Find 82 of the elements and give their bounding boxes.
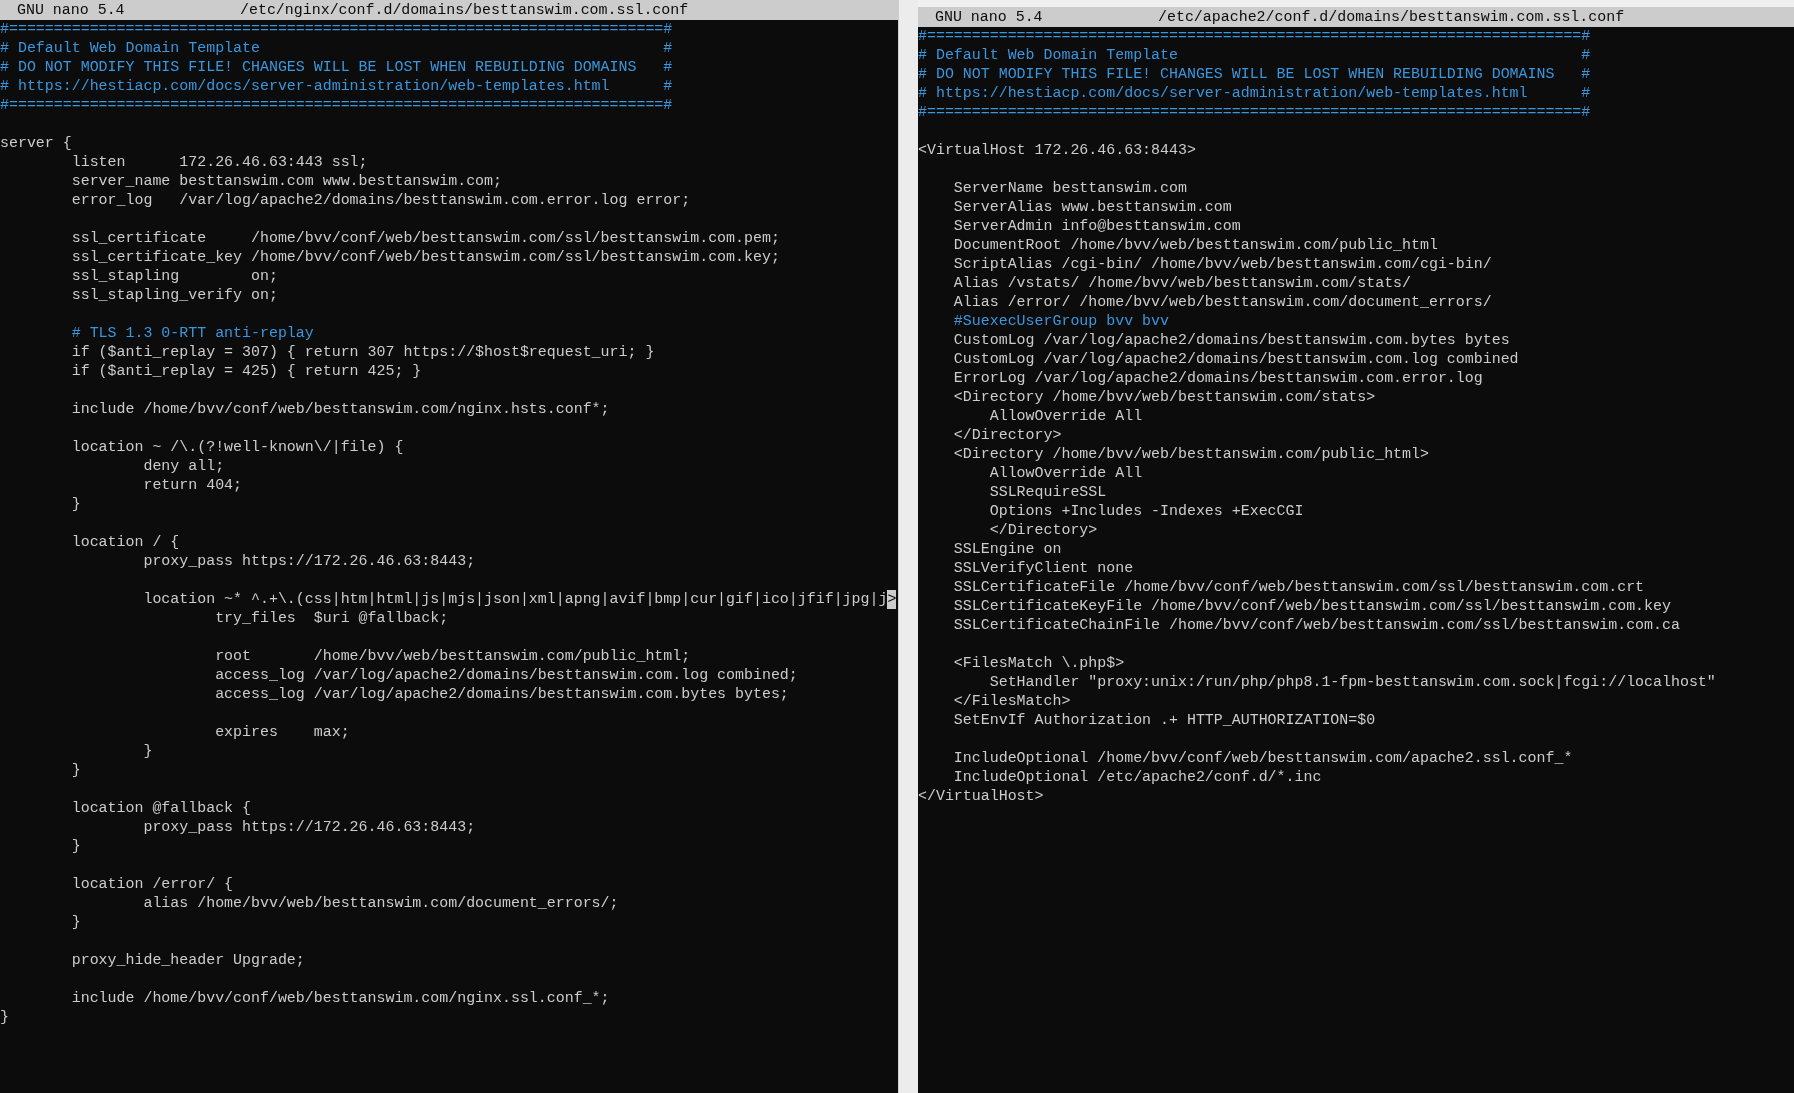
code-line: Options +Includes -Indexes +ExecCGI [988,502,1304,521]
code-line: </FilesMatch> [952,692,1071,711]
comment-line: #=========================================================================# [918,103,1591,122]
code-line: ServerName besttanswim.com [952,179,1187,198]
comment-line: #=========================================================================# [918,27,1591,46]
comment-line: # DO NOT MODIFY THIS FILE! CHANGES WILL BE LOST WHEN REBUILDING DOMAINS # [0,58,673,77]
code-line: CustomLog /var/log/apache2/domains/besttanswim.com.bytes bytes [952,331,1510,350]
code-line: } [142,742,153,761]
code-line: access_log /var/log/apache2/domains/besttanswim.com.bytes bytes; [214,685,789,704]
code-line: IncludeOptional /etc/apache2/conf.d/*.inc [952,768,1322,787]
code-line: } [70,761,81,780]
code-line: proxy_hide_header Upgrade; [70,951,305,970]
code-line: error_log /var/log/apache2/domains/besttanswim.com.error.log error; [70,191,691,210]
code-line: SSLCertificateChainFile /home/bvv/conf/web/besttanswim.com/ssl/besttanswim.com.ca [952,616,1680,635]
code-line: IncludeOptional /home/bvv/conf/web/besttanswim.com/apache2.ssl.conf_* [952,749,1573,768]
code-line: location / { [70,533,180,552]
code-line: if ($anti_replay = 307) { return 307 https://$host$request_uri; } [70,343,655,362]
code-line: ServerAlias www.besttanswim.com [952,198,1232,217]
comment-line: # https://hestiacp.com/docs/server-administration/web-templates.html # [0,77,673,96]
comment-line: #=========================================================================# [0,96,673,115]
code-line: server_name besttanswim.com www.besttanswim.com; [70,172,502,191]
code-line: DocumentRoot /home/bvv/web/besttanswim.com/public_html [952,236,1438,255]
code-line: location ~* ^.+\.(css|htm|html|js|mjs|json|xml|apng|avif|bmp|cur|gif|ico|jfif|jpg|j [142,590,888,609]
code-line: } [70,837,81,856]
code-line: access_log /var/log/apache2/domains/besttanswim.com.log combined; [214,666,798,685]
code-line: SSLEngine on [952,540,1062,559]
comment-line: #=========================================================================# [0,20,673,39]
code-line: include /home/bvv/conf/web/besttanswim.com/nginx.hsts.conf*; [70,400,610,419]
file-path: /etc/apache2/conf.d/domains/besttanswim.com.ssl.conf [1158,9,1625,25]
code-line: if ($anti_replay = 425) { return 425; } [70,362,422,381]
code-line: SetHandler "proxy:unix:/run/php/php8.1-fpm-besttanswim.com.sock|fcgi://localhost" [988,673,1716,692]
program-name: GNU nano 5.4 [935,9,1044,25]
code-line: deny all; [142,457,225,476]
code-line: } [0,1008,9,1027]
code-line: </Directory> [952,426,1062,445]
code-line: } [70,913,81,932]
code-line: location @fallback { [70,799,251,818]
code-line: AllowOverride All [988,464,1143,483]
comment-line: # https://hestiacp.com/docs/server-administration/web-templates.html # [918,84,1591,103]
program-name: GNU nano 5.4 [17,2,126,18]
code-line: server { [0,134,72,153]
code-line: </Directory> [988,521,1098,540]
code-line: SSLRequireSSL [988,483,1107,502]
code-line: SSLVerifyClient none [952,559,1134,578]
code-line: alias /home/bvv/web/besttanswim.com/document_errors/; [142,894,619,913]
code-line: Alias /error/ /home/bvv/web/besttanswim.com/document_errors/ [952,293,1492,312]
comment-line: # Default Web Domain Template # [0,39,673,58]
code-line: <Directory /home/bvv/web/besttanswim.com/stats> [952,388,1376,407]
code-line: } [70,495,81,514]
code-line: include /home/bvv/conf/web/besttanswim.com/nginx.ssl.conf_*; [70,989,610,1008]
comment-line: # Default Web Domain Template # [918,46,1591,65]
code-line: <Directory /home/bvv/web/besttanswim.com/public_html> [952,445,1429,464]
code-line: <VirtualHost 172.26.46.63:8443> [918,141,1196,160]
code-line: location ~ /\.(?!well-known\/|file) { [70,438,404,457]
code-line: root /home/bvv/web/besttanswim.com/public_html; [214,647,691,666]
code-line: ScriptAlias /cgi-bin/ /home/bvv/web/besttanswim.com/cgi-bin/ [952,255,1492,274]
code-line: ssl_stapling on; [70,267,278,286]
comment-line: # DO NOT MODIFY THIS FILE! CHANGES WILL BE LOST WHEN REBUILDING DOMAINS # [918,65,1591,84]
code-line: <FilesMatch \.php$> [952,654,1125,673]
overflow-marker: > [887,590,897,609]
code-line: Alias /vstats/ /home/bvv/web/besttanswim.com/stats/ [952,274,1412,293]
code-line: proxy_pass https://172.26.46.63:8443; [142,552,476,571]
code-line: listen 172.26.46.63:443 ssl; [70,153,368,172]
code-line: return 404; [142,476,243,495]
code-line: ssl_stapling_verify on; [70,286,278,305]
code-line: </VirtualHost> [918,787,1044,806]
comment-line: #SuexecUserGroup bvv bvv [952,312,1169,331]
code-line: SSLCertificateKeyFile /home/bvv/conf/web/besttanswim.com/ssl/besttanswim.com.key [952,597,1671,616]
file-path: /etc/nginx/conf.d/domains/besttanswim.com.ssl.conf [240,2,689,18]
code-line: location /error/ { [70,875,234,894]
code-line: expires max; [214,723,350,742]
code-line: AllowOverride All [988,407,1143,426]
code-line: CustomLog /var/log/apache2/domains/besttanswim.com.log combined [952,350,1519,369]
code-line: proxy_pass https://172.26.46.63:8443; [142,818,476,837]
code-line: SSLCertificateFile /home/bvv/conf/web/besttanswim.com/ssl/besttanswim.com.crt [952,578,1645,597]
code-line: ServerAdmin info@besttanswim.com [952,217,1241,236]
code-line: ssl_certificate /home/bvv/conf/web/besttanswim.com/ssl/besttanswim.com.pem; [70,229,780,248]
code-line: ssl_certificate_key /home/bvv/conf/web/besttanswim.com/ssl/besttanswim.com.key; [70,248,780,267]
code-line: SetEnvIf Authorization .+ HTTP_AUTHORIZATION=$0 [952,711,1376,730]
code-line: try_files $uri @fallback; [214,609,449,628]
comment-line: # TLS 1.3 0-RTT anti-replay [70,324,314,343]
code-line: ErrorLog /var/log/apache2/domains/besttanswim.com.error.log [952,369,1483,388]
